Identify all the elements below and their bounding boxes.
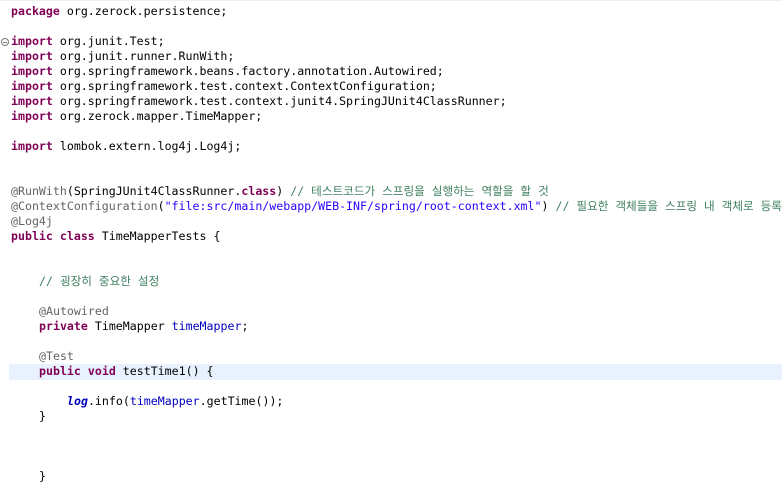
log4j-annotation-line[interactable]: @Log4j xyxy=(11,214,53,229)
import-line[interactable]: import lombok.extern.log4j.Log4j; xyxy=(11,139,241,154)
log-call-line[interactable]: log.info(timeMapper.getTime()); xyxy=(67,394,283,409)
import-line[interactable]: import org.zerock.mapper.TimeMapper; xyxy=(11,109,262,124)
runwith-annotation-line[interactable]: @RunWith(SpringJUnit4ClassRunner.class) … xyxy=(11,184,549,199)
class-declaration-line[interactable]: public class TimeMapperTests { xyxy=(11,229,220,244)
field-declaration-line[interactable]: private TimeMapper timeMapper; xyxy=(39,319,248,334)
editor-top-border xyxy=(0,0,782,1)
setting-comment-line[interactable]: // 굉장히 중요한 설정 xyxy=(39,274,159,289)
method-declaration-line[interactable]: public void testTime1() { xyxy=(39,364,214,379)
code-editor[interactable]: package org.zerock.persistence; import o… xyxy=(0,0,782,491)
method-close-brace-line[interactable]: } xyxy=(39,409,46,424)
import-line[interactable]: import org.springframework.test.context.… xyxy=(11,79,437,94)
import-line[interactable]: import org.springframework.test.context.… xyxy=(11,94,507,109)
import-line[interactable]: import org.junit.Test; xyxy=(11,34,165,49)
package-line[interactable]: package org.zerock.persistence; xyxy=(11,4,227,19)
context-configuration-line[interactable]: @ContextConfiguration("file:src/main/web… xyxy=(11,199,782,214)
import-line[interactable]: import org.springframework.beans.factory… xyxy=(11,64,444,79)
import-line[interactable]: import org.junit.runner.RunWith; xyxy=(11,49,234,64)
test-annotation-line[interactable]: @Test xyxy=(39,349,74,364)
autowired-annotation-line[interactable]: @Autowired xyxy=(39,304,109,319)
class-close-brace-line[interactable]: } xyxy=(39,469,46,484)
fold-imports-icon[interactable] xyxy=(1,38,9,46)
